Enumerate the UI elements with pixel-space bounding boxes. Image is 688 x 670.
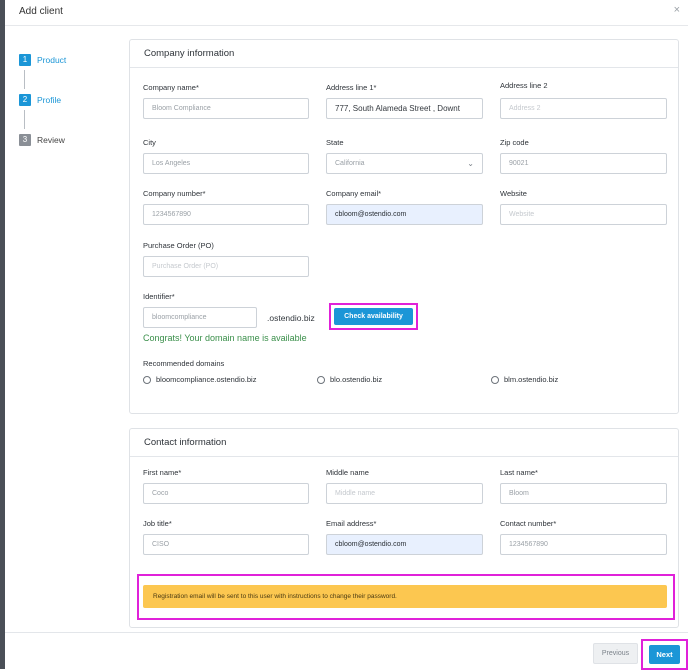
previous-button[interactable]: Previous (593, 643, 638, 664)
middle-name-input[interactable]: Middle name (326, 483, 483, 504)
recommended-domain-option[interactable]: blo.ostendio.biz (317, 375, 382, 384)
step-label: Review (37, 134, 65, 145)
company-name-input[interactable]: Bloom Compliance (143, 98, 309, 119)
last-name-input[interactable]: Bloom (500, 483, 667, 504)
check-availability-highlight: Check availability (329, 303, 418, 330)
dialog-title: Add client (19, 6, 63, 17)
step-product[interactable]: 1 Product (19, 53, 66, 66)
email-address-field: Email address* cbloom@ostendio.com (326, 519, 483, 555)
purchase-order-field: Purchase Order (PO) Purchase Order (PO) (143, 241, 309, 277)
website-field: Website Website (500, 189, 667, 225)
middle-name-field: Middle name Middle name (326, 468, 483, 504)
radio-icon (491, 375, 499, 384)
address-line2-field: Address line 2 Address 2 (500, 81, 667, 119)
card-title: Company information (144, 48, 235, 59)
check-availability-button[interactable]: Check availability (334, 308, 413, 325)
registration-email-notice: Registration email will be sent to this … (143, 585, 667, 608)
city-input[interactable]: Los Angeles (143, 153, 309, 174)
step-profile[interactable]: 2 Profile (19, 93, 61, 106)
recommended-domains-label: Recommended domains (143, 359, 225, 368)
address-line1-field: Address line 1* 777, South Alameda Stree… (326, 83, 483, 119)
field-label: Company number* (143, 189, 206, 198)
step-number: 3 (19, 133, 31, 146)
job-title-input[interactable]: CISO (143, 534, 309, 555)
field-label: Company email* (326, 189, 382, 198)
company-name-field: Company name* Bloom Compliance (143, 83, 309, 119)
field-label: Job title* (143, 519, 172, 528)
state-select[interactable]: California ⌄ (326, 153, 483, 174)
last-name-field: Last name* Bloom (500, 468, 667, 504)
step-label: Profile (37, 94, 62, 105)
form-scroll-area[interactable]: Company information Company name* Bloom … (118, 30, 688, 630)
next-button-highlight: Next (641, 639, 688, 670)
field-label: Purchase Order (PO) (143, 241, 214, 250)
field-label: City (143, 138, 156, 147)
field-label: Website (500, 189, 527, 198)
field-label: Address line 2 (500, 81, 548, 90)
domain-option-label: blm.ostendio.biz (504, 375, 559, 384)
field-label: First name* (143, 468, 182, 477)
address-line1-input[interactable]: 777, South Alameda Street , Downt (326, 98, 483, 119)
step-connector (24, 70, 25, 89)
contact-number-field: Contact number* 1234567890 (500, 519, 667, 555)
field-label: Address line 1* (326, 83, 377, 92)
zip-code-input[interactable]: 90021 (500, 153, 667, 174)
company-information-card: Company information Company name* Bloom … (129, 39, 679, 414)
identifier-field: Identifier* bloomcompliance (143, 292, 257, 328)
company-number-field: Company number* 1234567890 (143, 189, 309, 225)
company-email-input[interactable]: cbloom@ostendio.com (326, 204, 483, 225)
field-label: Zip code (500, 138, 529, 147)
step-number: 1 (19, 53, 31, 66)
step-review[interactable]: 3 Review (19, 133, 65, 146)
purchase-order-input[interactable]: Purchase Order (PO) (143, 256, 309, 277)
domain-available-message: Congrats! Your domain name is available (143, 333, 307, 343)
field-label: Middle name (326, 468, 369, 477)
first-name-field: First name* Coco (143, 468, 309, 504)
step-label: Product (37, 54, 67, 65)
field-label: Identifier* (143, 292, 175, 301)
field-label: Company name* (143, 83, 199, 92)
card-header: Contact information (130, 429, 678, 457)
field-label: Email address* (326, 519, 377, 528)
dialog-header: Add client × (5, 0, 688, 26)
company-number-input[interactable]: 1234567890 (143, 204, 309, 225)
next-button[interactable]: Next (649, 645, 680, 664)
field-label: Contact number* (500, 519, 557, 528)
recommended-domain-option[interactable]: bloomcompliance.ostendio.biz (143, 375, 256, 384)
card-title: Contact information (144, 437, 227, 448)
domain-option-label: blo.ostendio.biz (330, 375, 383, 384)
radio-icon (317, 375, 325, 384)
identifier-domain-suffix: .ostendio.biz (267, 313, 315, 323)
company-email-field: Company email* cbloom@ostendio.com (326, 189, 483, 225)
dialog-footer: Previous Next (5, 632, 688, 670)
city-field: City Los Angeles (143, 138, 309, 174)
radio-icon (143, 375, 151, 384)
step-number: 2 (19, 93, 31, 106)
step-connector (24, 110, 25, 129)
background-overlay-strip (0, 0, 5, 669)
close-icon[interactable]: × (674, 4, 680, 16)
recommended-domain-option[interactable]: blm.ostendio.biz (491, 375, 558, 384)
job-title-field: Job title* CISO (143, 519, 309, 555)
identifier-input[interactable]: bloomcompliance (143, 307, 257, 328)
domain-option-label: bloomcompliance.ostendio.biz (156, 375, 257, 384)
email-address-input[interactable]: cbloom@ostendio.com (326, 534, 483, 555)
field-label: State (326, 138, 344, 147)
registration-notice-highlight: Registration email will be sent to this … (137, 574, 675, 620)
zip-code-field: Zip code 90021 (500, 138, 667, 174)
state-field: State California ⌄ (326, 138, 483, 174)
contact-number-input[interactable]: 1234567890 (500, 534, 667, 555)
card-header: Company information (130, 40, 678, 68)
address-line2-input[interactable]: Address 2 (500, 98, 667, 119)
website-input[interactable]: Website (500, 204, 667, 225)
chevron-down-icon: ⌄ (467, 159, 474, 168)
field-label: Last name* (500, 468, 538, 477)
first-name-input[interactable]: Coco (143, 483, 309, 504)
state-selected-value: California (335, 160, 365, 167)
